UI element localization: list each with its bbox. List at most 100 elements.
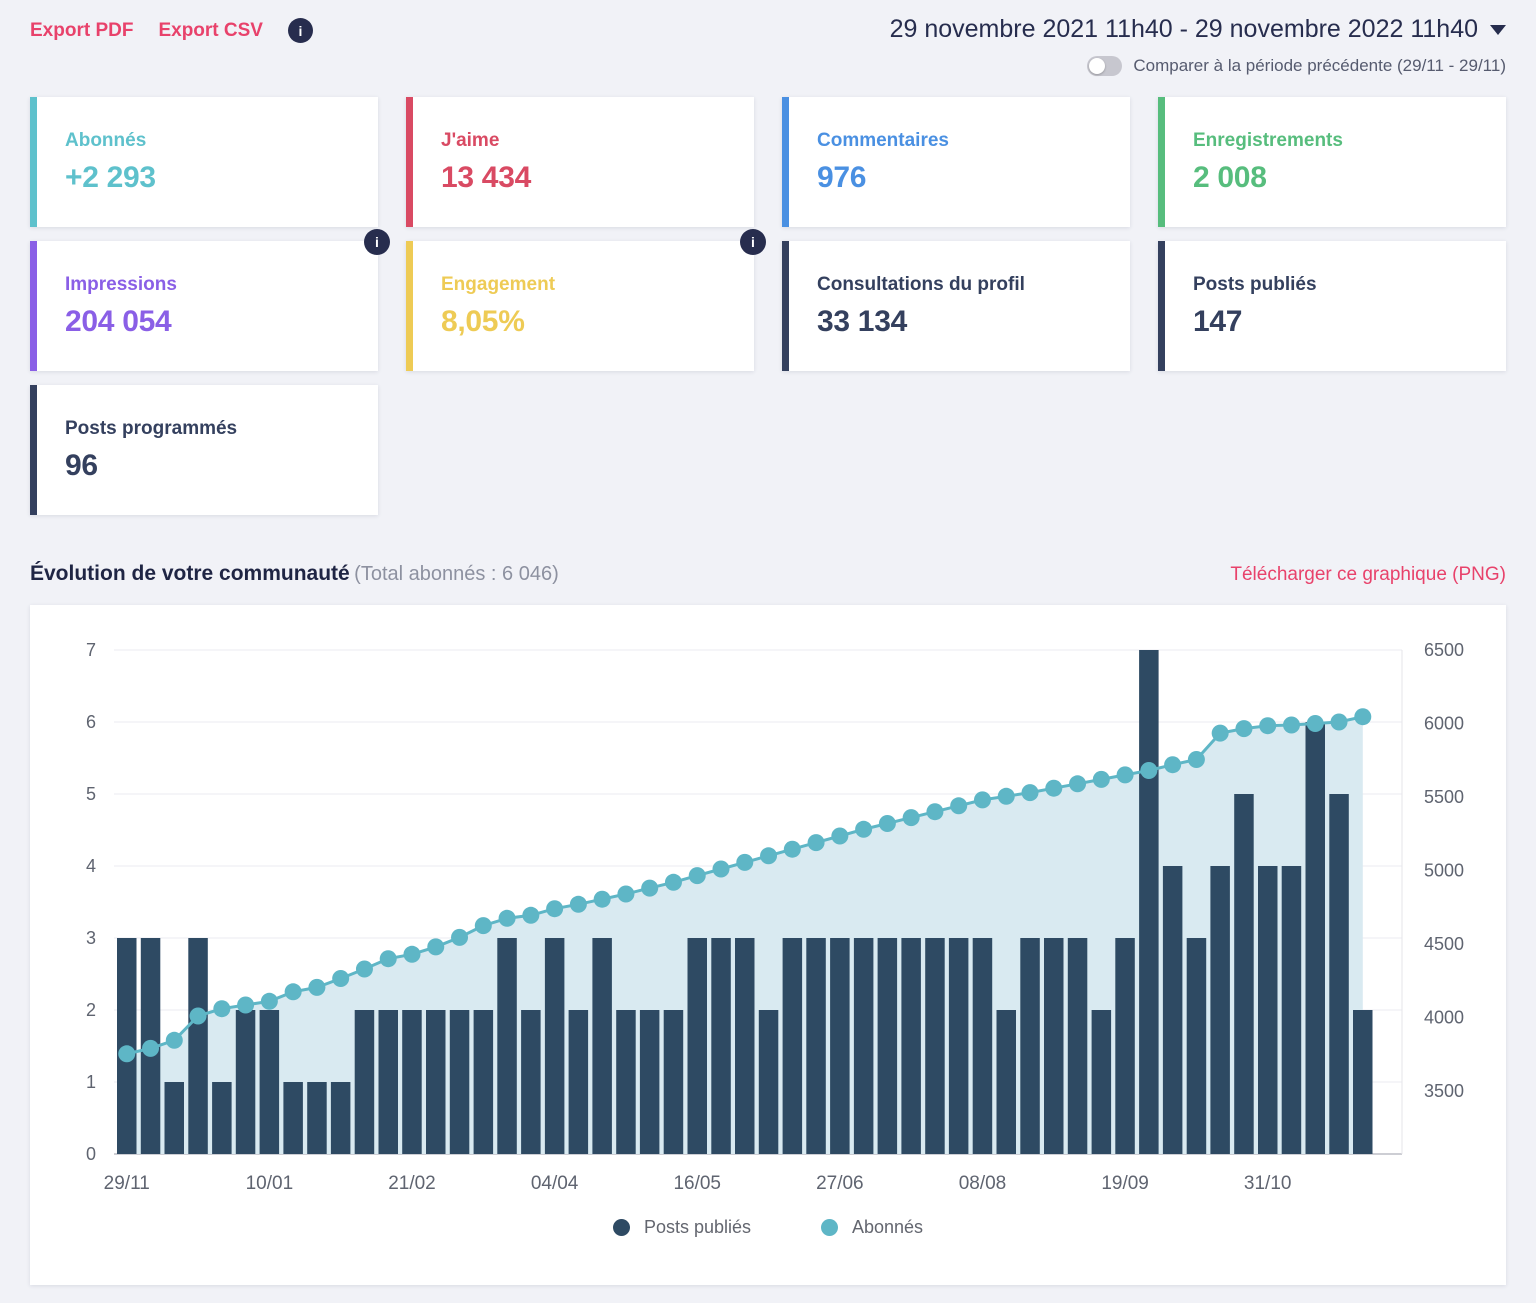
stat-card-7: Posts publiés 147 (1158, 241, 1506, 371)
stat-card-3: Enregistrements 2 008 (1158, 97, 1506, 227)
export-links: Export PDF Export CSV i (30, 15, 313, 43)
legend-label: Abonnés (852, 1216, 924, 1237)
stat-card-label: Posts publiés (1193, 274, 1317, 295)
subscribers-point (664, 873, 682, 891)
posts-bar (330, 1082, 351, 1154)
posts-bar (1329, 794, 1349, 1154)
legend-item[interactable]: Abonnés (821, 1217, 923, 1238)
subscribers-point (260, 992, 278, 1010)
date-range-selector[interactable]: 29 novembre 2021 11h40 - 29 novembre 202… (890, 15, 1506, 44)
stat-card-8: Posts programmés 96 (30, 385, 378, 515)
stat-card-value: 8,05% (441, 305, 525, 338)
export-pdf-link[interactable]: Export PDF (30, 20, 133, 42)
posts-bar (663, 1010, 684, 1154)
right-axis-tick: 6000 (1424, 714, 1464, 734)
info-icon[interactable]: i (287, 18, 313, 43)
left-axis-tick: 7 (86, 640, 96, 660)
subscribers-point (546, 900, 564, 918)
subscribers-point (926, 803, 944, 821)
toggle-knob (1089, 58, 1106, 74)
subscribers-point (498, 909, 516, 927)
compare-row: Comparer à la période précédente (29/11 … (890, 56, 1506, 76)
posts-bar (925, 938, 945, 1154)
info-icon[interactable]: i (740, 229, 766, 255)
x-axis-tick: 19/09 (1101, 1173, 1149, 1194)
posts-bar (853, 938, 874, 1154)
posts-bar (1186, 938, 1207, 1154)
left-axis-tick: 0 (86, 1144, 96, 1164)
subscribers-point (831, 827, 849, 845)
posts-bar (164, 1082, 184, 1154)
left-axis-tick: 3 (86, 928, 96, 948)
right-axis-tick: 5000 (1424, 861, 1464, 881)
section-title-wrap: Évolution de votre communauté (Total abo… (30, 562, 559, 586)
subscribers-point (878, 815, 896, 832)
posts-bar (568, 1010, 589, 1154)
right-axis-tick: 6500 (1424, 640, 1464, 660)
posts-bar (972, 938, 993, 1154)
posts-bar (687, 938, 707, 1154)
legend-item[interactable]: Posts publiés (612, 1217, 751, 1238)
left-axis-tick: 1 (86, 1072, 96, 1092)
posts-bar (639, 1010, 660, 1154)
left-axis-tick: 5 (86, 784, 96, 804)
subscribers-point (379, 950, 397, 968)
subscribers-point (474, 917, 492, 935)
stat-card-2: Commentaires 976 (782, 97, 1130, 227)
right-axis-tick: 4500 (1424, 934, 1464, 954)
x-axis-tick: 04/04 (531, 1173, 579, 1194)
stat-card-0: Abonnés +2 293 (30, 97, 378, 227)
posts-bar (426, 1010, 446, 1154)
subscribers-point (1282, 716, 1300, 734)
subscribers-point (522, 906, 540, 924)
posts-bar (1210, 866, 1230, 1154)
posts-bar (996, 1010, 1016, 1154)
posts-bar (307, 1082, 327, 1154)
posts-bar (901, 938, 921, 1154)
chart-legend: Posts publiés Abonnés (30, 1203, 1506, 1251)
posts-bar (806, 938, 826, 1154)
subscribers-point (950, 797, 968, 815)
subscribers-point (1045, 779, 1063, 797)
subscribers-point (213, 1000, 231, 1018)
posts-bar (830, 938, 850, 1154)
subscribers-point (1187, 751, 1205, 768)
download-chart-link[interactable]: Télécharger ce graphique (PNG) (1230, 564, 1506, 586)
posts-bar (473, 1010, 494, 1154)
subscribers-point (902, 809, 920, 827)
subscribers-point (403, 945, 421, 963)
subscribers-point (736, 853, 754, 871)
x-axis-tick: 27/06 (816, 1173, 864, 1194)
header: Export PDF Export CSV i 29 novembre 2021… (30, 0, 1506, 76)
posts-bar (948, 938, 969, 1154)
stat-card-label: Impressions (65, 274, 177, 295)
subscribers-point (593, 890, 611, 908)
stat-card-value: 13 434 (441, 161, 531, 194)
subscribers-point (855, 820, 873, 838)
x-axis-tick: 21/02 (388, 1173, 436, 1194)
subscribers-point (237, 996, 255, 1014)
x-axis-tick: 08/08 (959, 1173, 1007, 1194)
export-csv-link[interactable]: Export CSV (158, 20, 263, 42)
stat-card-label: Abonnés (65, 130, 147, 151)
community-chart: 0 1 2 3 4 5 6 7 3500 4000 4500 5000 5500 6000 6500 29/1… (86, 640, 1464, 1194)
subscribers-point (617, 885, 635, 903)
posts-bar (592, 938, 612, 1154)
posts-bar (1020, 938, 1040, 1154)
subscribers-point (451, 928, 469, 946)
subscribers-point (712, 860, 730, 878)
legend-dot-icon (612, 1218, 630, 1236)
posts-bar (378, 1010, 398, 1154)
info-icon[interactable]: i (364, 229, 390, 255)
left-axis-tick: 6 (86, 712, 96, 732)
compare-toggle[interactable] (1087, 56, 1123, 76)
posts-bar (1258, 866, 1278, 1154)
posts-bar (1139, 650, 1159, 1154)
stat-card-value: 33 134 (817, 305, 907, 338)
date-range-text: 29 novembre 2021 11h40 - 29 novembre 202… (889, 15, 1478, 43)
stat-card-label: Consultations du profil (817, 274, 1025, 295)
posts-bar (735, 938, 755, 1154)
posts-bar (521, 1010, 541, 1154)
subscribers-point (1092, 770, 1110, 788)
subscribers-point (284, 983, 302, 1001)
